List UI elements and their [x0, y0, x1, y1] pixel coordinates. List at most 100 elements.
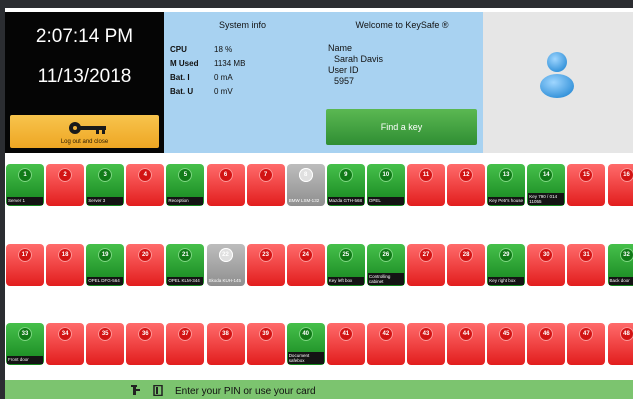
hand-keypad-icon [131, 385, 140, 395]
key-slot-32[interactable]: 32 Back door [607, 244, 633, 286]
key-slot-11[interactable]: 11 [407, 164, 445, 206]
key-icon [69, 122, 106, 134]
key-slot-48[interactable]: 48 [607, 323, 633, 365]
key-slot-number: 40 [298, 327, 313, 341]
key-slot-34[interactable]: 34 [46, 323, 85, 365]
key-slot-5[interactable]: 5 Reception [166, 164, 205, 206]
key-slot-label: Reception [167, 197, 204, 205]
key-slot-number: 17 [18, 248, 32, 262]
user-id-value: 5957 [334, 76, 355, 86]
key-slot-label: Key right box [488, 277, 525, 285]
key-slot-29[interactable]: 29 Key right box [487, 244, 526, 286]
key-slot-number: 34 [58, 327, 73, 341]
card-icon [153, 385, 163, 396]
key-slot-15[interactable]: 15 [567, 164, 606, 206]
key-slot-number: 44 [459, 327, 474, 341]
key-slot-number: 41 [338, 327, 353, 341]
key-slot-number: 42 [378, 327, 393, 341]
key-slot-label: OPEL [367, 197, 404, 205]
clock-time: 2:07:14 PM [35, 26, 134, 47]
system-info-title: System info [218, 20, 267, 30]
key-slot-47[interactable]: 47 [567, 323, 606, 365]
key-slot-42[interactable]: 42 [366, 323, 405, 365]
key-slot-number: 35 [98, 327, 113, 341]
key-slot-12[interactable]: 12 [447, 164, 486, 206]
key-slot-10[interactable]: 10 OPEL [366, 164, 405, 206]
key-slot-number: 26 [378, 248, 393, 262]
key-slot-17[interactable]: 17 [6, 244, 44, 286]
key-slot-41[interactable]: 41 [326, 323, 365, 365]
key-slot-label: Mazda GTH-568 [327, 197, 364, 205]
key-slot-6[interactable]: 6 [206, 164, 245, 206]
key-slot-number: 20 [138, 248, 153, 262]
key-slot-23[interactable]: 23 [246, 244, 285, 286]
key-slot-label: Key Petr's house [488, 197, 525, 205]
key-slot-36[interactable]: 36 [126, 323, 165, 365]
key-slot-44[interactable]: 44 [447, 323, 486, 365]
key-slot-label: Controlling cabinet [367, 273, 404, 285]
key-slot-20[interactable]: 20 [126, 244, 165, 286]
key-slot-19[interactable]: 19 OPEL DFG-564 [86, 244, 125, 286]
key-slot-13[interactable]: 13 Key Petr's house [487, 164, 526, 206]
key-slot-number: 31 [579, 248, 594, 262]
key-slot-number: 23 [258, 248, 273, 262]
key-slot-40[interactable]: 40 Document safebox [286, 323, 325, 365]
key-slot-number: 36 [138, 327, 153, 341]
key-slot-14[interactable]: 14 Key 790 / 014 11055 [527, 164, 566, 206]
key-slot-label: Front door [7, 356, 43, 364]
key-slot-number: 24 [298, 248, 313, 262]
key-slot-number: 43 [419, 327, 433, 341]
key-slot-26[interactable]: 26 Controlling cabinet [366, 244, 405, 286]
key-slot-35[interactable]: 35 [86, 323, 125, 365]
key-slot-number: 4 [138, 168, 153, 182]
user-avatar-icon [540, 52, 574, 98]
logout-button[interactable]: Log out and close [10, 115, 159, 148]
key-slot-30[interactable]: 30 [527, 244, 566, 286]
key-slot-45[interactable]: 45 [487, 323, 526, 365]
key-slot-number: 16 [619, 168, 633, 182]
key-slot-4[interactable]: 4 [126, 164, 165, 206]
key-slot-18[interactable]: 18 [46, 244, 85, 286]
status-bar: Enter your PIN or use your card [5, 380, 633, 399]
key-slot-number: 48 [619, 327, 633, 341]
key-slot-43[interactable]: 43 [407, 323, 445, 365]
key-slot-39[interactable]: 39 [246, 323, 285, 365]
key-slot-number: 11 [419, 168, 433, 182]
key-slot-number: 3 [98, 168, 113, 182]
key-slot-46[interactable]: 46 [527, 323, 566, 365]
key-slot-16[interactable]: 16 [607, 164, 633, 206]
welcome-panel: Welcome to KeySafe ® Name Sarah Davis Us… [321, 12, 483, 153]
key-slot-label: Key left box [327, 277, 364, 285]
logout-label: Log out and close [60, 139, 109, 145]
key-slot-3[interactable]: 3 Server 3 [86, 164, 125, 206]
status-message: Enter your PIN or use your card [175, 386, 316, 397]
key-slot-9[interactable]: 9 Mazda GTH-568 [326, 164, 365, 206]
key-slot-number: 12 [459, 168, 474, 182]
key-slot-33[interactable]: 33 Front door [6, 323, 44, 365]
key-slot-label: Document safebox [287, 352, 324, 364]
key-slot-25[interactable]: 25 Key left box [326, 244, 365, 286]
welcome-title: Welcome to KeySafe ® [355, 20, 449, 30]
key-slot-8[interactable]: 8 BMW LSM-132 [286, 164, 325, 206]
key-slot-21[interactable]: 21 OPEL KLM-344 [166, 244, 205, 286]
key-slot-number: 45 [499, 327, 514, 341]
key-slot-24[interactable]: 24 [286, 244, 325, 286]
key-slot-27[interactable]: 27 [407, 244, 445, 286]
key-slot-number: 39 [258, 327, 273, 341]
key-slot-number: 32 [619, 248, 633, 262]
key-slot-number: 8 [298, 168, 313, 182]
key-slot-number: 22 [218, 248, 233, 262]
key-slot-number: 7 [258, 168, 273, 182]
key-slot-28[interactable]: 28 [447, 244, 486, 286]
key-slot-37[interactable]: 37 [166, 323, 205, 365]
key-slot-38[interactable]: 38 [206, 323, 245, 365]
find-key-button[interactable]: Find a key [326, 109, 477, 145]
key-slot-label: BMW LSM-132 [288, 198, 320, 203]
key-slot-7[interactable]: 7 [246, 164, 285, 206]
key-slot-2[interactable]: 2 [46, 164, 85, 206]
key-slot-31[interactable]: 31 [567, 244, 606, 286]
key-slot-22[interactable]: 22 Skoda KUH-145 [206, 244, 245, 286]
key-slot-1[interactable]: 1 Server 1 [6, 164, 44, 206]
sysinfo-row-bat-i: Bat. I0 mA [170, 73, 233, 82]
key-slot-number: 27 [419, 248, 433, 262]
